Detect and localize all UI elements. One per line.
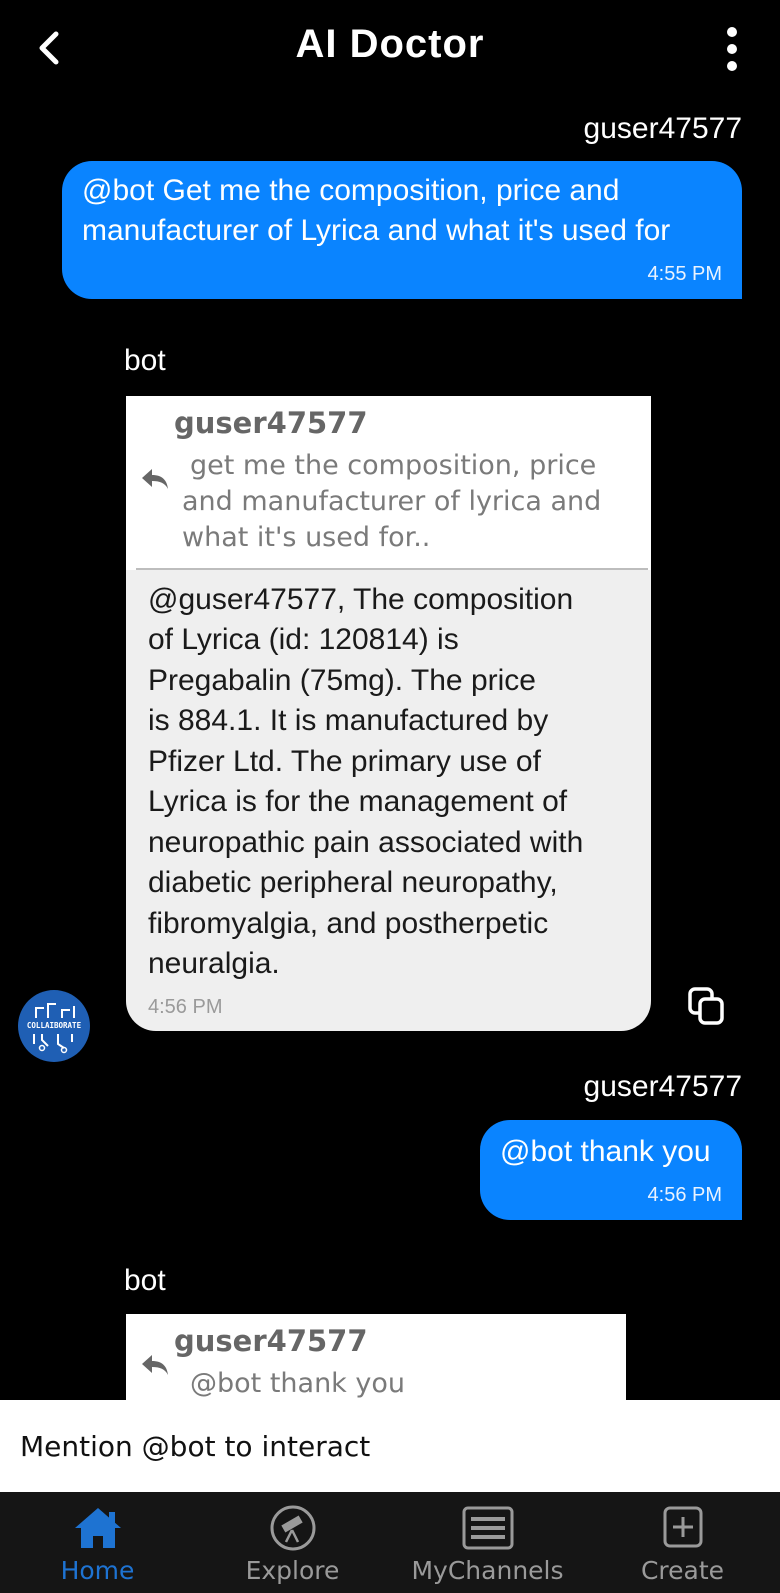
quoted-message: guser47577 @bot thank you [126,1314,626,1400]
answer-line: neuralgia. [148,947,280,980]
answer-line: is 884.1. It is manufactured by [148,704,549,737]
answer-line: diabetic peripheral neuropathy, [148,866,558,899]
answer-line: Pfizer Ltd. The primary use of [148,745,541,778]
bottom-navigation: Home Explore MyChannels Create [0,1492,780,1593]
app-header: AI Doctor [0,0,780,100]
circuit-logo-icon: COLLAIBORATE [24,1003,84,1054]
quoted-text-line: @bot thank you [190,1368,406,1399]
nav-explore[interactable]: Explore [195,1492,390,1593]
message-sender: bot [124,1264,166,1297]
quoted-sender: guser47577 [174,1324,368,1358]
avatar-logo-text: COLLAIBORATE [27,1021,82,1030]
copy-button[interactable] [686,986,726,1026]
list-icon [462,1506,513,1550]
answer-line: Pregabalin (75mg). The price [148,664,536,697]
nav-home[interactable]: Home [0,1492,195,1593]
message-time: 4:56 PM [148,996,223,1018]
message-time: 4:56 PM [647,1184,722,1206]
nav-label: Home [60,1556,135,1585]
quoted-text-line: and manufacturer of lyrica and [182,486,602,517]
message-sender: bot [124,344,166,377]
message-text-line: @bot Get me the composition, price and [82,174,620,207]
more-options-button[interactable] [722,26,742,72]
nav-label: Create [640,1556,725,1585]
answer-line: neuropathic pain associated with [148,826,584,859]
chat-area[interactable]: guser47577 @bot Get me the composition, … [0,100,780,1400]
answer-line: Lyrica is for the management of [148,785,568,818]
home-icon [74,1508,121,1548]
answer-line: @guser47577, The composition [148,583,574,616]
bot-answer: @guser47577, The composition of Lyrica (… [126,570,651,1031]
nav-create[interactable]: Create [585,1492,780,1593]
reply-icon [142,1355,168,1375]
answer-line: fibromyalgia, and postherpetic [148,907,549,940]
more-vertical-icon [727,27,737,71]
outgoing-message[interactable]: @bot Get me the composition, price and m… [62,161,742,299]
plus-square-icon [663,1506,702,1548]
quoted-text-line: what it's used for.. [182,522,431,553]
telescope-icon [270,1505,315,1551]
quoted-message: guser47577 get me the composition, price… [126,396,651,570]
bot-message[interactable]: guser47577 get me the composition, price… [126,396,651,1031]
quoted-text-line: get me the composition, price [190,450,597,481]
reply-icon [142,469,168,489]
message-sender: guser47577 [583,1070,742,1103]
nav-mychannels[interactable]: MyChannels [390,1492,585,1593]
quoted-sender: guser47577 [174,406,368,440]
nav-label: Explore [245,1556,340,1585]
message-text: @bot thank you [500,1135,711,1168]
copy-icon [688,987,724,1025]
message-text-line: manufacturer of Lyrica and what it's use… [82,214,671,247]
bot-message[interactable]: guser47577 @bot thank you [126,1314,626,1400]
outgoing-message[interactable]: @bot thank you 4:56 PM [480,1120,742,1220]
bot-avatar[interactable]: COLLAIBORATE [18,990,90,1062]
page-title: AI Doctor [295,22,485,66]
message-sender: guser47577 [583,112,742,145]
message-input[interactable]: Mention @bot to interact [0,1400,780,1492]
input-placeholder: Mention @bot to interact [20,1430,371,1463]
answer-line: of Lyrica (id: 120814) is [148,623,459,656]
message-time: 4:55 PM [647,263,722,285]
nav-label: MyChannels [411,1556,564,1585]
